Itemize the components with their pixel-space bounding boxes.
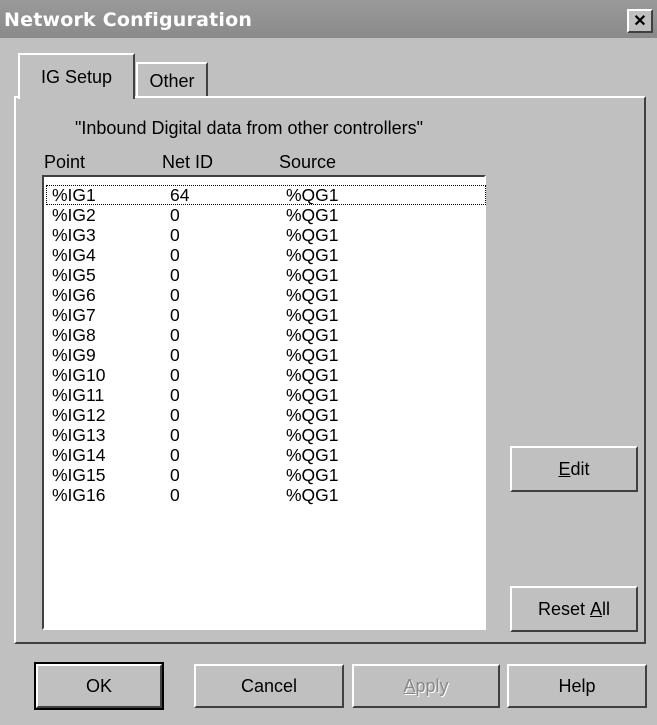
tab-panel xyxy=(14,96,646,644)
apply-button-label: pply xyxy=(415,675,449,696)
help-button-label: Help xyxy=(558,675,596,696)
help-button[interactable]: Help xyxy=(507,664,647,708)
window-title: Network Configuration xyxy=(4,9,253,31)
cancel-button-label: Cancel xyxy=(240,675,298,696)
close-icon: ✕ xyxy=(633,13,647,30)
tab-ig-setup[interactable]: IG Setup xyxy=(18,53,135,99)
apply-button[interactable]: Apply xyxy=(352,664,500,708)
tab-other[interactable]: Other xyxy=(136,62,208,96)
tab-other-label: Other xyxy=(149,71,195,91)
tab-ig-setup-label: IG Setup xyxy=(40,67,113,87)
title-bar: Network Configuration ✕ xyxy=(0,0,657,38)
network-configuration-dialog: Network Configuration ✕ IG Setup Other "… xyxy=(0,0,657,725)
close-button[interactable]: ✕ xyxy=(627,9,653,33)
ok-button[interactable]: OK xyxy=(34,662,164,710)
cancel-button[interactable]: Cancel xyxy=(194,664,344,708)
ok-button-label: OK xyxy=(85,675,112,696)
apply-button-mnemonic: A xyxy=(403,675,416,696)
